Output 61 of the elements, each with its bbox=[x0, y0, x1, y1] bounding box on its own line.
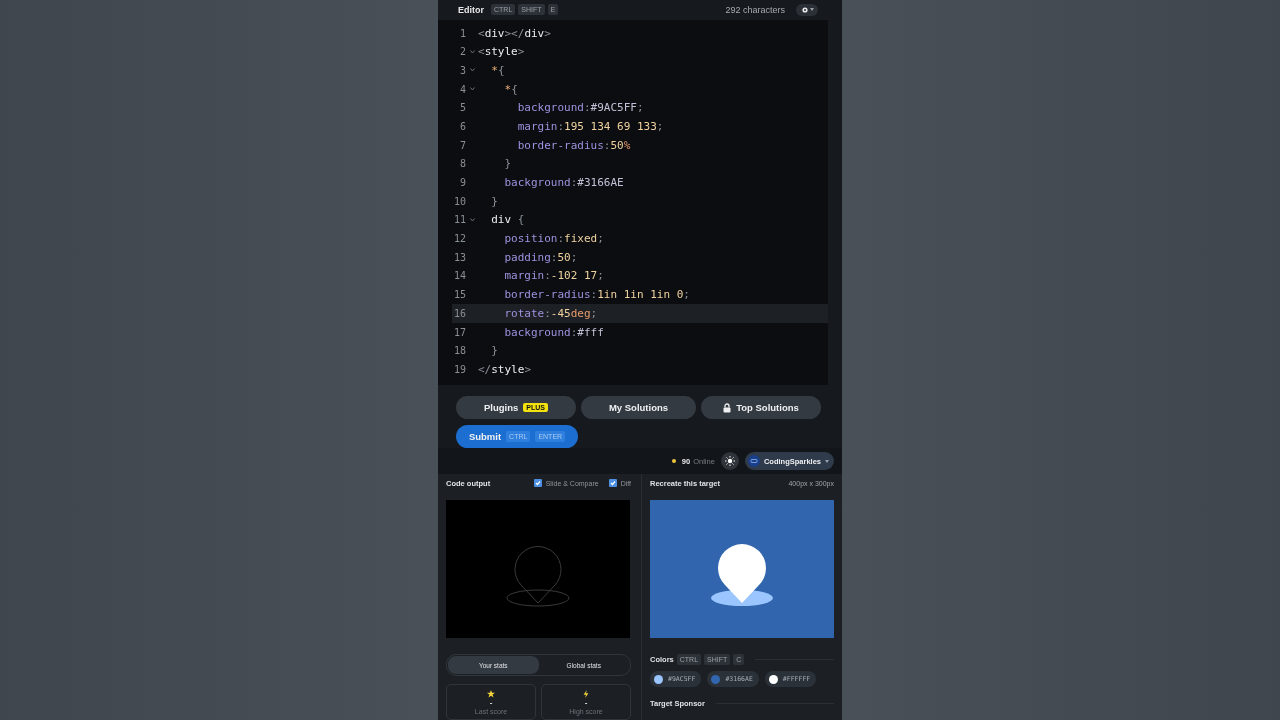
settings-button[interactable] bbox=[796, 3, 818, 16]
code-text: } bbox=[503, 157, 512, 171]
score-value: - bbox=[489, 698, 493, 707]
checkbox[interactable] bbox=[533, 479, 542, 487]
line-number: 18 bbox=[452, 345, 466, 357]
line-number: 7 bbox=[458, 139, 466, 151]
line-number: 3 bbox=[458, 64, 466, 76]
line-number: 9 bbox=[458, 177, 466, 188]
line-number: 11 bbox=[452, 214, 466, 226]
checkbox[interactable] bbox=[608, 479, 617, 487]
code-text: background:#fff bbox=[503, 325, 604, 339]
code-text: padding:50; bbox=[503, 250, 578, 264]
code-text: <style> bbox=[478, 45, 525, 59]
code-text: border-radius:1in 1in 1in 0; bbox=[503, 288, 690, 302]
line-number: 5 bbox=[458, 102, 466, 114]
fold-caret-icon[interactable] bbox=[469, 49, 475, 54]
code-text: background:#9AC5FF; bbox=[516, 101, 644, 115]
code-text: background:#3166AE bbox=[503, 176, 624, 189]
code-text: } bbox=[490, 344, 498, 358]
code-text: } bbox=[490, 194, 498, 208]
caret-icon bbox=[809, 8, 814, 12]
line-number: 8 bbox=[458, 158, 466, 170]
fold-caret-icon[interactable] bbox=[469, 68, 475, 73]
code-text: *{ bbox=[503, 82, 518, 96]
line-number: 17 bbox=[452, 326, 466, 338]
code-text: rotate:-45deg; bbox=[503, 306, 598, 320]
line-number: 2 bbox=[458, 46, 466, 58]
line-number: 15 bbox=[452, 289, 466, 301]
online-dot-icon bbox=[671, 459, 676, 464]
code-text: div { bbox=[490, 213, 525, 227]
code-text: position:fixed; bbox=[503, 232, 604, 246]
line-number: 10 bbox=[452, 195, 466, 207]
line-number: 19 bbox=[452, 363, 466, 375]
action-button[interactable]: My Solutions bbox=[581, 396, 696, 420]
line-number: 6 bbox=[458, 120, 466, 132]
gear-icon bbox=[800, 5, 809, 14]
line-number: 14 bbox=[452, 270, 466, 282]
action-button[interactable]: Top Solutions bbox=[701, 396, 821, 420]
code-text: border-radius:50% bbox=[516, 138, 631, 152]
editor-title: Editor bbox=[458, 4, 484, 15]
avatar-icon bbox=[747, 455, 760, 468]
theme-toggle-button[interactable] bbox=[720, 452, 739, 471]
line-number: 12 bbox=[452, 233, 466, 245]
code-text: margin:195 134 69 133; bbox=[516, 119, 664, 133]
character-count: 292 characters bbox=[725, 4, 785, 15]
code-text: </style> bbox=[478, 362, 531, 376]
line-number: 4 bbox=[458, 83, 466, 95]
fold-caret-icon[interactable] bbox=[469, 217, 475, 222]
sun-icon bbox=[724, 456, 735, 467]
line-number: 16 bbox=[452, 307, 466, 319]
code-text: <div></div> bbox=[478, 26, 551, 40]
caret-icon bbox=[825, 459, 829, 463]
lightning-icon bbox=[583, 689, 589, 698]
fold-caret-icon[interactable] bbox=[469, 87, 475, 92]
star-icon bbox=[487, 689, 495, 698]
line-number: 13 bbox=[452, 251, 466, 263]
line-number: 1 bbox=[458, 27, 466, 39]
score-value: - bbox=[584, 698, 588, 707]
lock-icon bbox=[723, 402, 732, 413]
code-text: *{ bbox=[490, 63, 505, 77]
code-text: margin:-102 17; bbox=[503, 269, 604, 283]
